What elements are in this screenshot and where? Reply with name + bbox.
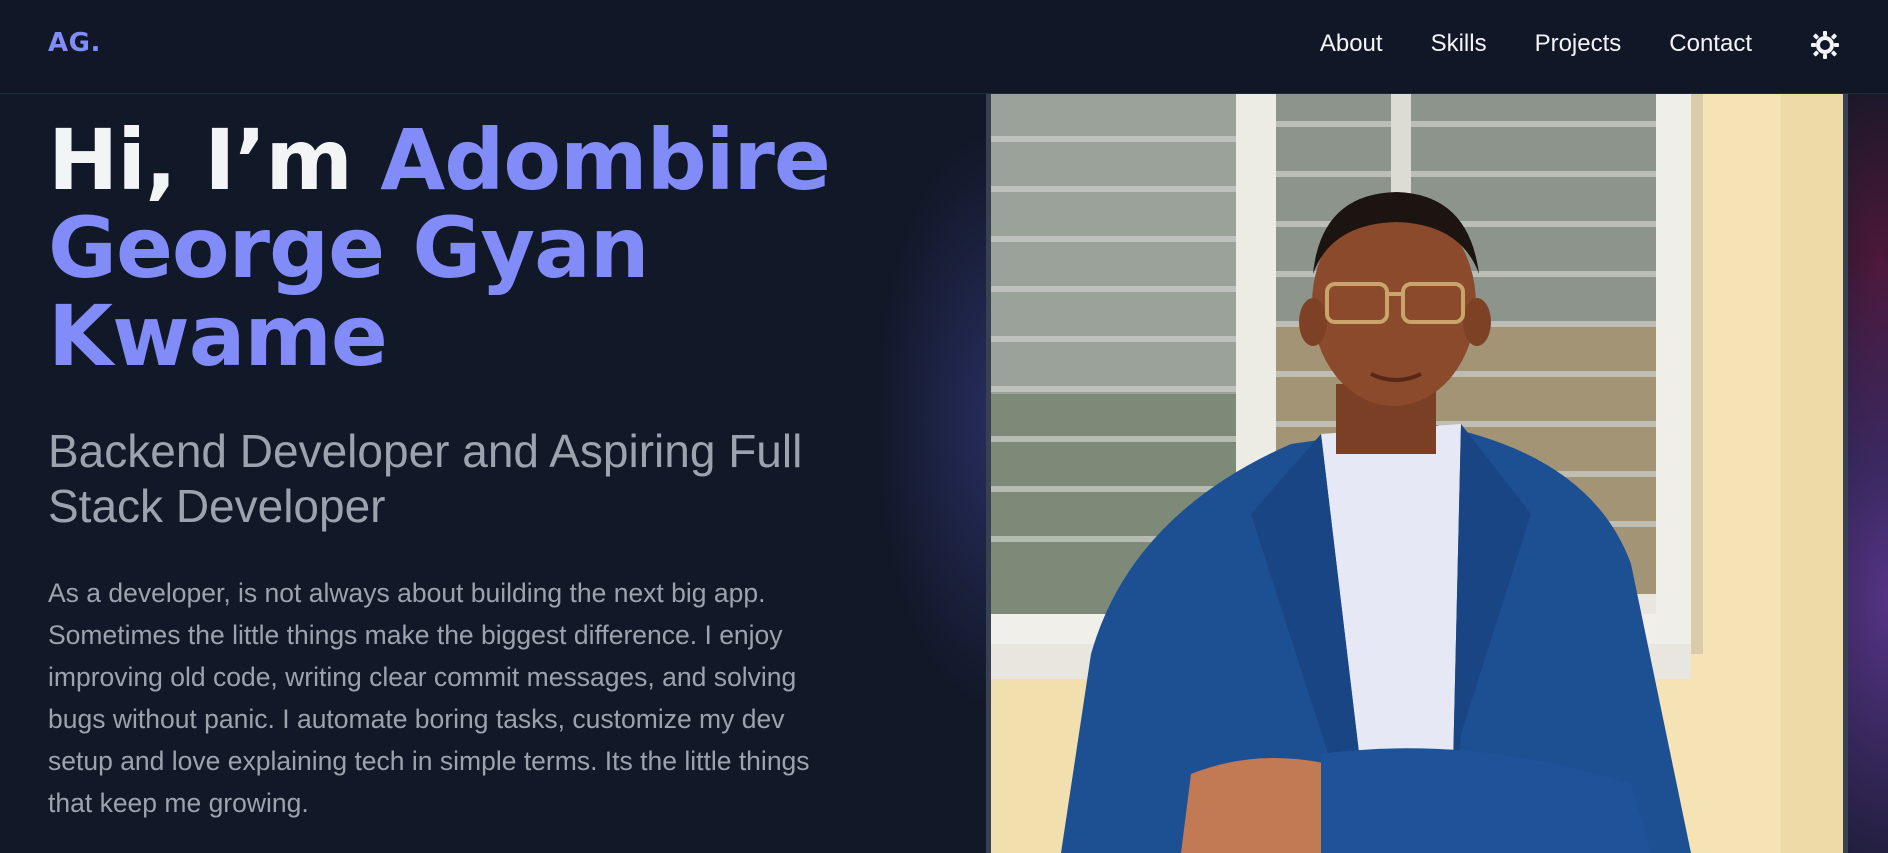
hero-title: Hi, I’m Adombire George Gyan Kwame: [48, 116, 898, 380]
nav-link-skills[interactable]: Skills: [1431, 30, 1487, 58]
nav-links: About Skills Projects Contact: [1272, 30, 1752, 58]
hero-subtitle: Backend Developer and Aspiring Full Stac…: [48, 425, 803, 532]
sun-icon: [1811, 31, 1839, 59]
hero-section: Hi, I’m Adombire George Gyan Kwame Backe…: [48, 116, 898, 824]
portrait-photo-illustration: [991, 94, 1843, 853]
nav-link-about[interactable]: About: [1320, 30, 1383, 58]
hero-bio: As a developer, is not always about buil…: [48, 578, 810, 818]
site-logo[interactable]: AG.: [48, 28, 101, 58]
nav-link-contact[interactable]: Contact: [1669, 30, 1752, 58]
navbar: AG. About Skills Projects Contact: [0, 0, 1888, 94]
hero-greeting: Hi, I’m: [48, 111, 381, 209]
portfolio-page: AG. About Skills Projects Contact Hi, I’…: [0, 0, 1888, 853]
profile-photo: [986, 94, 1848, 853]
theme-toggle-button[interactable]: [1810, 30, 1840, 60]
nav-link-projects[interactable]: Projects: [1535, 30, 1622, 58]
